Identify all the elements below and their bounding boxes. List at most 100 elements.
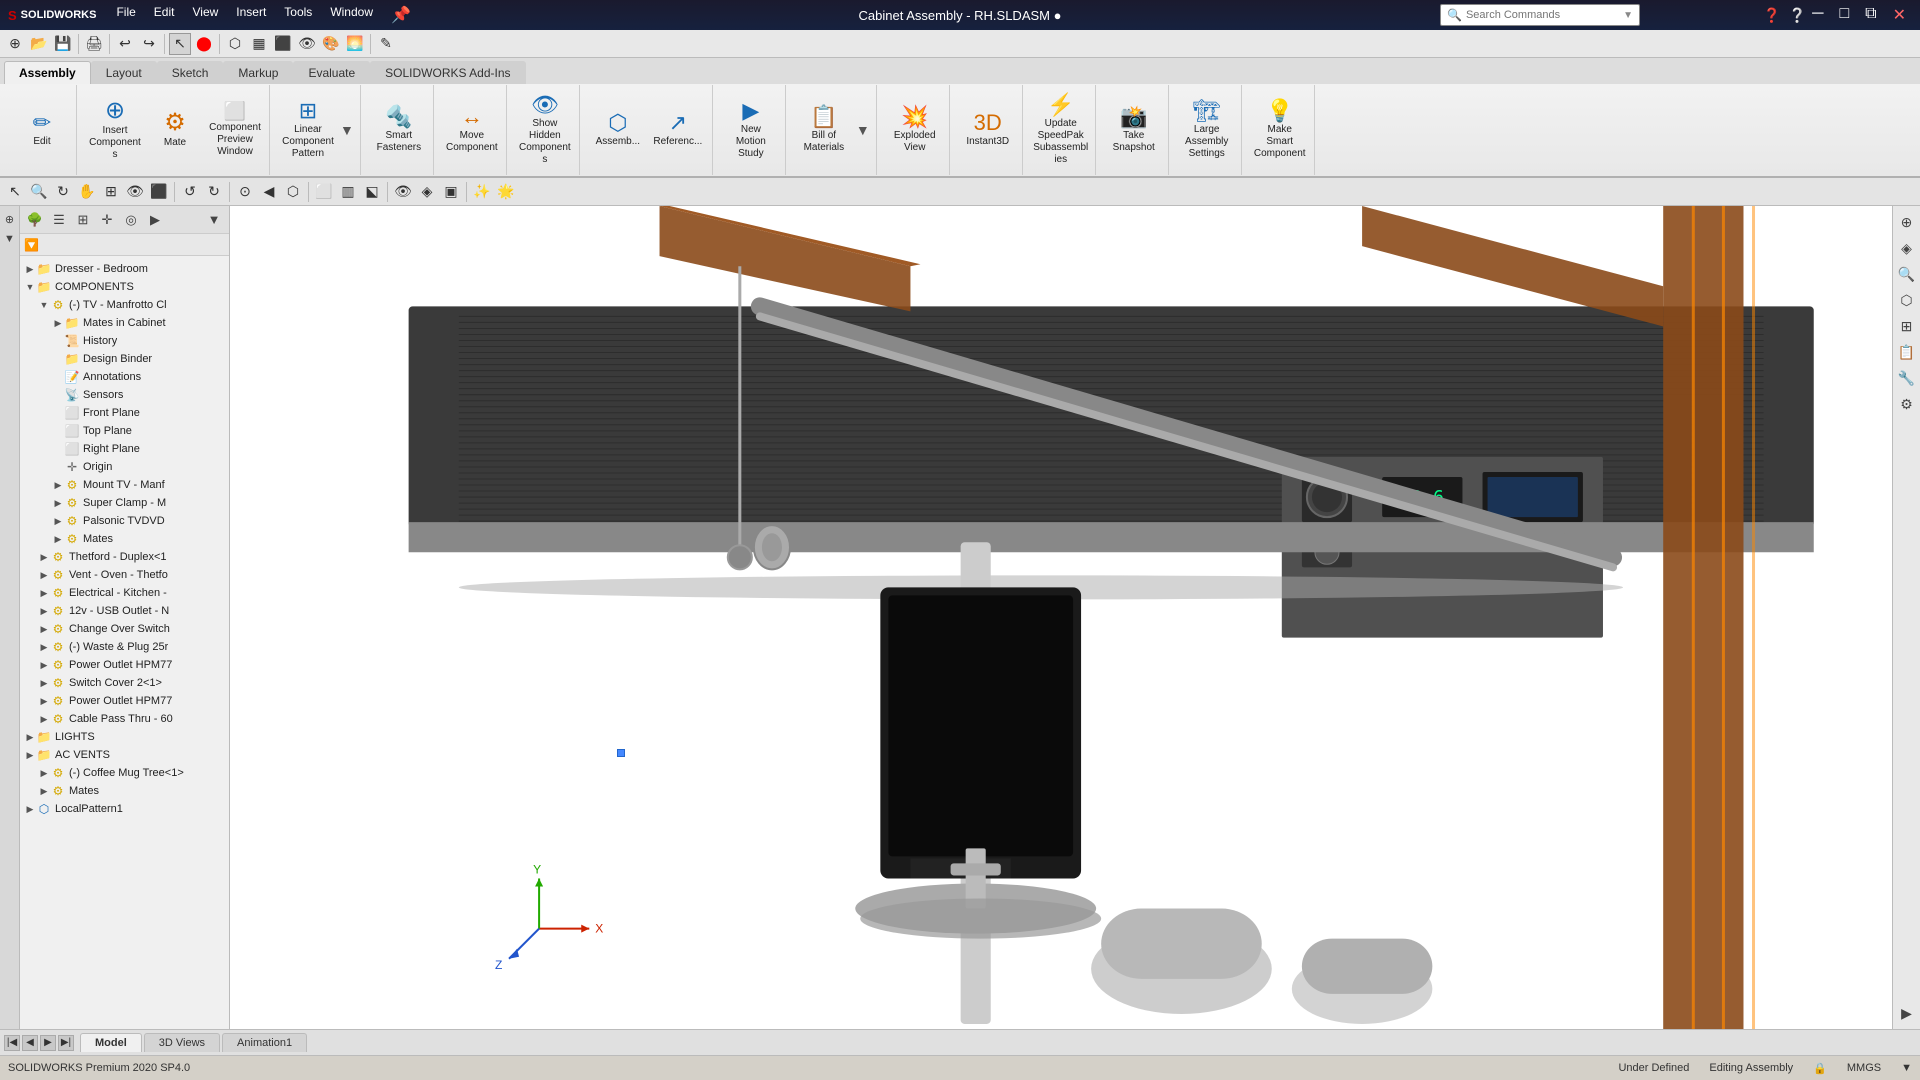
panel-property-btn[interactable]: ☰	[48, 210, 70, 230]
tab-evaluate[interactable]: Evaluate	[293, 61, 370, 84]
undo-button[interactable]: ↩	[114, 33, 136, 55]
tree-arrow-icon[interactable]: ▶	[38, 696, 50, 707]
zoom-fit[interactable]: ⊞	[100, 181, 122, 203]
tree-item[interactable]: ▶⚙Cable Pass Thru - 60	[20, 710, 229, 728]
show-hidden-button[interactable]: 👁 Show Hidden Components	[517, 95, 573, 165]
tab-markup[interactable]: Markup	[223, 61, 293, 84]
tab-nav-prev[interactable]: ◀	[22, 1035, 38, 1051]
tree-item[interactable]: ▶⚙Power Outlet HPM77	[20, 692, 229, 710]
normal-to[interactable]: ⊙	[234, 181, 256, 203]
tree-item[interactable]: 📁Design Binder	[20, 350, 229, 368]
redo-button[interactable]: ↪	[138, 33, 160, 55]
right-btn-6[interactable]: 📋	[1895, 340, 1919, 364]
vtab-2[interactable]: ▼	[1, 230, 19, 248]
minimize-button[interactable]: ─	[1806, 5, 1829, 25]
edit-button[interactable]: ✏ Edit	[14, 95, 70, 165]
tree-item[interactable]: ▶⚙Power Outlet HPM77	[20, 656, 229, 674]
tree-item[interactable]: ▶📁Mates in Cabinet	[20, 314, 229, 332]
tree-item[interactable]: ▶⚙Mates	[20, 782, 229, 800]
tree-item[interactable]: 📜History	[20, 332, 229, 350]
panel-config-btn[interactable]: ⊞	[72, 210, 94, 230]
right-btn-4[interactable]: ⬡	[1895, 288, 1919, 312]
tree-arrow-icon[interactable]: ▶	[38, 624, 50, 635]
tree-item[interactable]: ▶⚙Super Clamp - M	[20, 494, 229, 512]
panel-feature-tree-btn[interactable]: 🌳	[24, 210, 46, 230]
menu-window[interactable]: Window	[322, 3, 381, 27]
tree-item[interactable]: ▼📁COMPONENTS	[20, 278, 229, 296]
tree-item[interactable]: ▶⚙(-) Coffee Mug Tree<1>	[20, 764, 229, 782]
tree-arrow-icon[interactable]: ▶	[24, 750, 36, 761]
pattern-dropdown-icon[interactable]: ▼	[340, 122, 354, 138]
tab-nav-last[interactable]: ▶|	[58, 1035, 74, 1051]
tree-arrow-icon[interactable]: ▶	[38, 588, 50, 599]
tab-nav-first[interactable]: |◀	[4, 1035, 20, 1051]
tree-item[interactable]: ▶⚙Thetford - Duplex<1	[20, 548, 229, 566]
close-button[interactable]: ✕	[1887, 5, 1912, 25]
zoom-tool[interactable]: 🔍	[28, 181, 50, 203]
rotate-cw[interactable]: ↺	[179, 181, 201, 203]
insert-components-button[interactable]: ⊕ Insert Components	[87, 95, 143, 165]
vtab-1[interactable]: ⊕	[1, 210, 19, 228]
tree-arrow-icon[interactable]: ▶	[24, 732, 36, 743]
rollback-bar[interactable]: ⬛	[148, 181, 170, 203]
tree-item[interactable]: ▶⚙Mount TV - Manf	[20, 476, 229, 494]
tree-item[interactable]: ⬜Top Plane	[20, 422, 229, 440]
tree-item[interactable]: ▶⚙Switch Cover 2<1>	[20, 674, 229, 692]
render-tools[interactable]: ✨	[471, 181, 493, 203]
tree-item[interactable]: ✛Origin	[20, 458, 229, 476]
right-btn-3[interactable]: 🔍	[1895, 262, 1919, 286]
tree-arrow-icon[interactable]: ▶	[52, 516, 64, 527]
pin-icon[interactable]: 📌	[383, 3, 419, 27]
smart-fasteners-button[interactable]: 🔩 Smart Fasteners	[371, 95, 427, 165]
reference-button[interactable]: ↗ Referenc...	[650, 95, 706, 165]
select-tool[interactable]: ↖	[4, 181, 26, 203]
hide-show-button[interactable]: 👁	[296, 33, 318, 55]
right-btn-7[interactable]: 🔧	[1895, 366, 1919, 390]
menu-insert[interactable]: Insert	[228, 3, 274, 27]
view-display-button[interactable]: ⬛	[272, 33, 294, 55]
appearance-button[interactable]: 🎨	[320, 33, 342, 55]
new-button[interactable]: ⊕	[4, 33, 26, 55]
bom-button[interactable]: 📋 Bill of Materials	[796, 95, 852, 165]
tree-item[interactable]: ▶⬡LocalPattern1	[20, 800, 229, 818]
shading[interactable]: ▥	[337, 181, 359, 203]
search-box[interactable]: 🔍 ▼	[1440, 4, 1640, 26]
tab-animation1[interactable]: Animation1	[222, 1033, 307, 1052]
previous-view[interactable]: ◀	[258, 181, 280, 203]
tree-item[interactable]: ▼⚙(-) TV - Manfrotto Cl	[20, 296, 229, 314]
assemb-button[interactable]: ⬡ Assemb...	[590, 95, 646, 165]
view-orient-button[interactable]: ⬡	[224, 33, 246, 55]
rotate-tool[interactable]: ↻	[52, 181, 74, 203]
menu-file[interactable]: File	[108, 3, 143, 27]
mate-button[interactable]: ⚙ Mate	[147, 95, 203, 165]
instant3d-button[interactable]: 3D Instant3D	[960, 95, 1016, 165]
view-selector[interactable]: ⬡	[282, 181, 304, 203]
tree-item[interactable]: ▶⚙Electrical - Kitchen -	[20, 584, 229, 602]
tree-arrow-icon[interactable]: ▶	[38, 786, 50, 797]
exploded-view-button[interactable]: 💥 Exploded View	[887, 95, 943, 165]
tree-arrow-icon[interactable]: ▶	[24, 804, 36, 815]
tree-item[interactable]: ▶⚙Vent - Oven - Thetfo	[20, 566, 229, 584]
select-button[interactable]: ↖	[169, 33, 191, 55]
change-transparency[interactable]: ◈	[416, 181, 438, 203]
tree-arrow-icon[interactable]: ▶	[24, 264, 36, 275]
tab-3dviews[interactable]: 3D Views	[144, 1033, 220, 1052]
tab-addins[interactable]: SOLIDWORKS Add-Ins	[370, 61, 525, 84]
tree-item[interactable]: ▶⚙12v - USB Outlet - N	[20, 602, 229, 620]
tree-item[interactable]: ⬜Front Plane	[20, 404, 229, 422]
right-btn-9[interactable]: ▶	[1895, 1001, 1919, 1025]
tree-arrow-icon[interactable]: ▶	[38, 642, 50, 653]
open-button[interactable]: 📂	[28, 33, 50, 55]
linear-pattern-button[interactable]: ⊞ Linear Component Pattern	[280, 95, 336, 165]
view-tools[interactable]: 👁	[124, 181, 146, 203]
viewport[interactable]: 13.6	[230, 206, 1892, 1029]
snapshot-button[interactable]: 📸 Take Snapshot	[1106, 95, 1162, 165]
help-icon[interactable]: ❓	[1763, 7, 1780, 24]
help2-icon[interactable]: ❔	[1789, 7, 1806, 24]
filter-btn[interactable]: ▼	[203, 210, 225, 230]
tree-item[interactable]: ▶⚙Palsonic TVDVD	[20, 512, 229, 530]
right-btn-2[interactable]: ◈	[1895, 236, 1919, 260]
tree-item[interactable]: 📡Sensors	[20, 386, 229, 404]
panel-expand-btn[interactable]: ▶	[144, 210, 166, 230]
speedpak-button[interactable]: ⚡ Update SpeedPak Subassemblies	[1033, 95, 1089, 165]
